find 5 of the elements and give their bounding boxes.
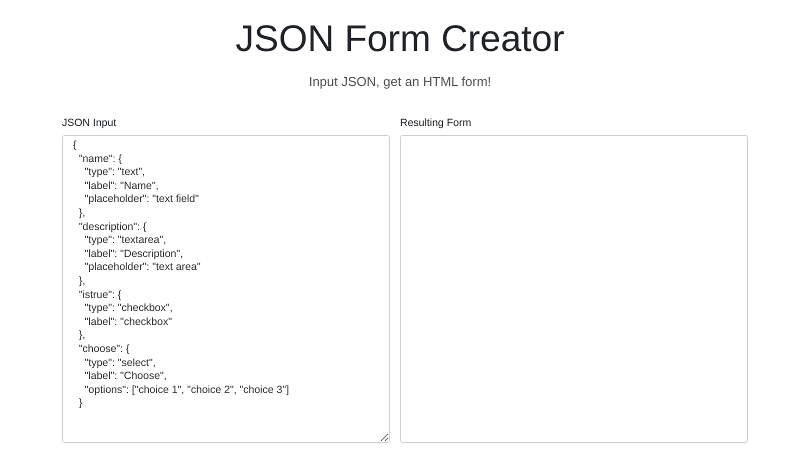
page-subtitle: Input JSON, get an HTML form! xyxy=(308,74,492,89)
resulting-form-label: Resulting Form xyxy=(400,117,472,129)
page-title: JSON Form Creator xyxy=(234,17,566,61)
json-input-field[interactable]: { "name": { "type": "text", "label": "Name", "placeholder": "text field" }, "description": { "type": "textarea", "label": "Description", "placeholder": "text area" }, "istrue": { "type": "checkbox", "label": "checkbox" }, "choose": { "type": "select", "label": "Choose", "options": ["choice 1", "choice 2", "choice 3"] } xyxy=(62,135,390,443)
json-input-label: JSON Input xyxy=(62,117,118,129)
